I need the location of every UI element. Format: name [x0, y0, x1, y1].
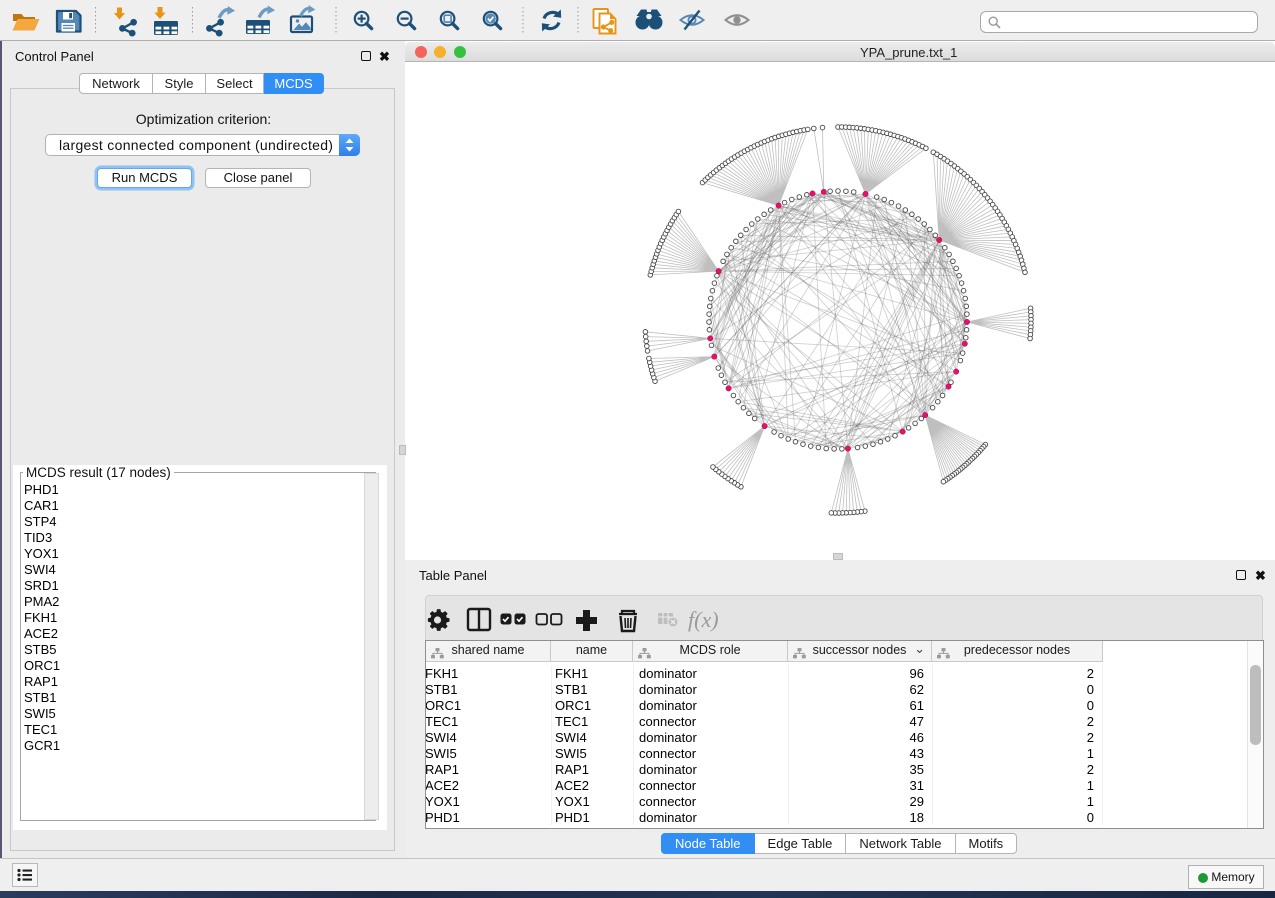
svg-text:f(x): f(x) — [688, 607, 719, 632]
